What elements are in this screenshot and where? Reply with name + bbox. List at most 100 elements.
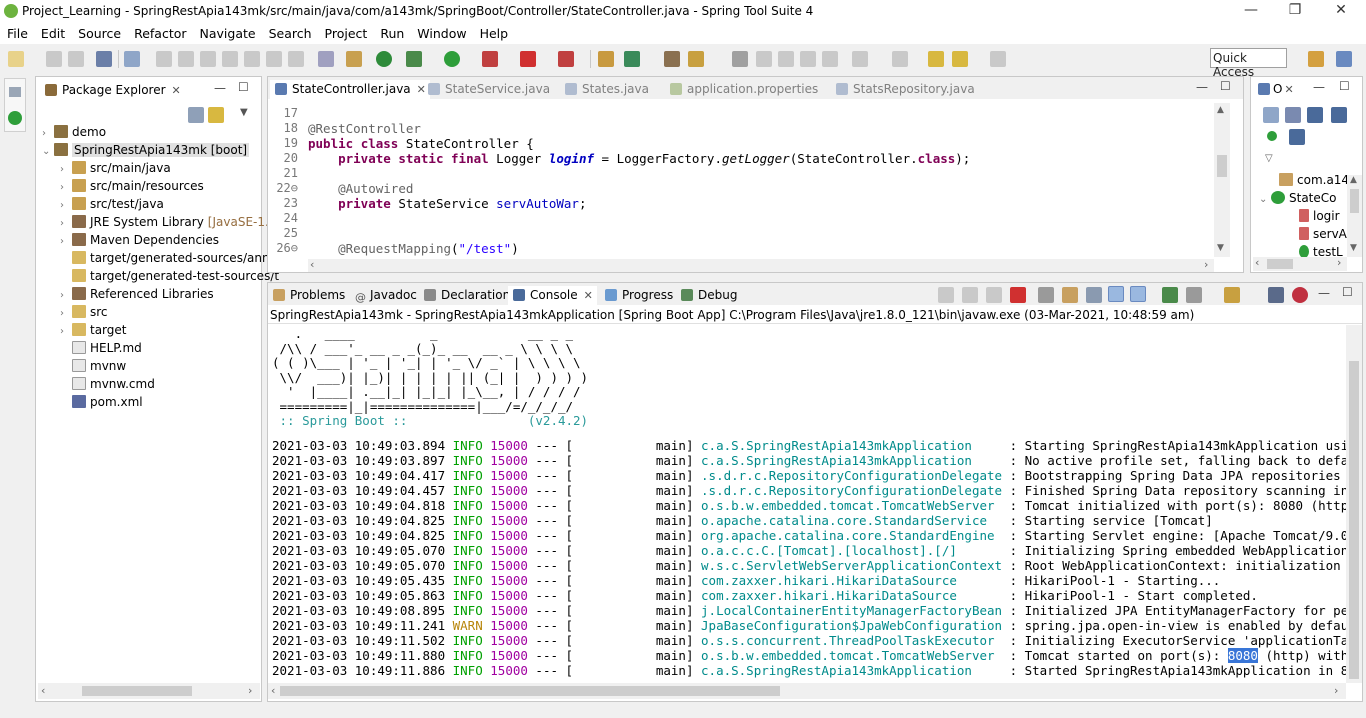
outline-item-field[interactable]: servA <box>1299 227 1347 245</box>
menu-run[interactable]: Run <box>373 24 410 41</box>
stop-icon[interactable] <box>520 51 536 67</box>
remove-launch-icon[interactable] <box>962 287 978 303</box>
maximize-view-icon[interactable]: ☐ <box>1339 79 1350 93</box>
back-icon[interactable] <box>952 51 968 67</box>
ansi-console-icon[interactable] <box>1292 287 1308 303</box>
tab-problems[interactable]: Problems <box>268 286 349 306</box>
terminate-icon[interactable] <box>200 51 216 67</box>
expand-arrow-icon[interactable]: › <box>60 182 72 193</box>
tab-package-explorer[interactable]: Package Explorer ✕ <box>40 81 185 101</box>
debug-icon[interactable] <box>406 51 422 67</box>
collapse-all-icon[interactable] <box>1263 107 1279 123</box>
tab-javadoc[interactable]: @ Javadoc <box>350 286 421 306</box>
tree-item[interactable]: mvnw.cmd <box>60 377 155 395</box>
step-into-icon[interactable] <box>244 51 260 67</box>
save-icon[interactable] <box>46 51 62 67</box>
pin-console-icon[interactable] <box>1162 287 1178 303</box>
code-editor[interactable]: 17 18 19 20 21 22⊖ 23 24 25 26⊖ @RestController pu… <box>268 101 1225 259</box>
tree-item[interactable]: › JRE System Library [JavaSE-1.8] <box>60 215 281 233</box>
tab-declaration[interactable]: Declaration <box>419 286 514 306</box>
last-edit-location-icon[interactable] <box>928 51 944 67</box>
link-with-editor-icon[interactable] <box>208 107 224 123</box>
minimize-view-icon[interactable]: — <box>214 81 226 95</box>
editor-hscrollbar[interactable]: ‹ › <box>308 258 1214 272</box>
menu-edit[interactable]: Edit <box>34 24 71 41</box>
close-icon[interactable]: ✕ <box>584 289 593 302</box>
minimize-view-icon[interactable]: — <box>1313 80 1325 94</box>
menu-file[interactable]: File <box>0 24 34 41</box>
tree-item[interactable]: › demo <box>42 125 106 143</box>
skip-breakpoints-icon[interactable] <box>124 51 140 67</box>
suspend-icon[interactable] <box>178 51 194 67</box>
previous-annotation-icon[interactable] <box>892 51 908 67</box>
tree-item[interactable]: › src <box>60 305 108 323</box>
menu-refactor[interactable]: Refactor <box>127 24 192 41</box>
spring-boot-dashboard-icon[interactable] <box>376 51 392 67</box>
expand-arrow-icon[interactable]: › <box>60 236 72 247</box>
new-spring-starter-icon[interactable] <box>624 51 640 67</box>
close-window-button[interactable]: ✕ <box>1326 2 1356 22</box>
scroll-thumb[interactable] <box>82 686 192 696</box>
tree-item[interactable]: target/generated-sources/anno <box>60 251 277 269</box>
disconnect-icon[interactable] <box>222 51 238 67</box>
display-console-icon[interactable] <box>1186 287 1202 303</box>
run-icon[interactable] <box>444 51 460 67</box>
outline-vscrollbar[interactable]: ▲ ▼ <box>1347 175 1362 257</box>
outline-item-field[interactable]: logir <box>1299 209 1340 227</box>
show-on-stdout-icon[interactable] <box>1108 286 1124 302</box>
tree-item[interactable]: › src/main/resources <box>60 179 204 197</box>
java-perspective-icon[interactable] <box>1336 51 1352 67</box>
menu-search[interactable]: Search <box>262 24 318 41</box>
tree-item[interactable]: › Maven Dependencies <box>60 233 219 251</box>
tree-item[interactable]: HELP.md <box>60 341 142 359</box>
save-all-icon[interactable] <box>68 51 84 67</box>
outline-item-package[interactable]: com.a14 <box>1279 173 1349 191</box>
tab-outline[interactable]: O ✕ <box>1253 80 1298 100</box>
hide-local-types-icon[interactable] <box>1289 129 1305 145</box>
editor-vscrollbar[interactable]: ▲ ▼ <box>1214 103 1230 257</box>
expand-arrow-icon[interactable]: › <box>60 308 72 319</box>
tab-progress[interactable]: Progress <box>600 286 677 306</box>
coverage-icon[interactable] <box>482 51 498 67</box>
word-wrap-console-icon[interactable] <box>1086 287 1102 303</box>
minimize-view-icon[interactable]: — <box>1196 80 1208 94</box>
scroll-thumb[interactable] <box>1217 155 1227 177</box>
restore-icon[interactable] <box>9 87 21 97</box>
outline-hscrollbar[interactable]: ‹ › <box>1253 256 1347 271</box>
tab-states-java[interactable]: States.java <box>560 80 653 100</box>
console-vscrollbar[interactable] <box>1346 325 1362 683</box>
tab-stateservice-java[interactable]: StateService.java <box>423 80 554 100</box>
tree-item[interactable]: pom.xml <box>60 395 143 413</box>
mark-occurrences-icon[interactable] <box>756 51 772 67</box>
new-java-project-icon[interactable] <box>598 51 614 67</box>
minimize-view-icon[interactable]: — <box>1318 286 1330 300</box>
tree-item[interactable]: › src/main/java <box>60 161 171 179</box>
tree-item[interactable]: › target <box>60 323 127 341</box>
open-console-icon[interactable] <box>1224 287 1240 303</box>
block-selection-icon[interactable] <box>778 51 794 67</box>
tree-hscrollbar[interactable]: ‹ › <box>38 683 260 699</box>
maximize-button[interactable]: ❐ <box>1280 2 1310 22</box>
close-icon[interactable]: ✕ <box>1284 83 1293 96</box>
remove-all-launches-icon[interactable] <box>986 287 1002 303</box>
outline-item-class[interactable]: ⌄ StateCo <box>1259 191 1336 209</box>
menu-source[interactable]: Source <box>71 24 127 41</box>
expand-arrow-icon[interactable]: › <box>60 200 72 211</box>
expand-arrow-icon[interactable]: › <box>60 218 72 229</box>
menu-project[interactable]: Project <box>318 24 374 41</box>
step-over-icon[interactable] <box>266 51 282 67</box>
view-menu-icon[interactable]: ▼ <box>240 107 248 118</box>
tree-item[interactable]: ⌄ SpringRestApia143mk [boot] <box>42 143 250 161</box>
toggle-annotation-icon[interactable] <box>732 51 748 67</box>
disconnect-console-icon[interactable] <box>938 287 954 303</box>
expand-arrow-icon[interactable]: › <box>42 128 54 139</box>
minimize-button[interactable]: — <box>1236 2 1266 22</box>
boot-dashboard-icon[interactable] <box>8 111 22 125</box>
scroll-lock-icon[interactable] <box>1062 287 1078 303</box>
menu-navigate[interactable]: Navigate <box>193 24 262 41</box>
hide-nonpublic-icon[interactable] <box>1267 131 1277 141</box>
expand-arrow-icon[interactable]: › <box>60 164 72 175</box>
scroll-thumb[interactable] <box>280 686 780 696</box>
menu-help[interactable]: Help <box>473 24 515 41</box>
new-icon[interactable] <box>8 51 24 67</box>
